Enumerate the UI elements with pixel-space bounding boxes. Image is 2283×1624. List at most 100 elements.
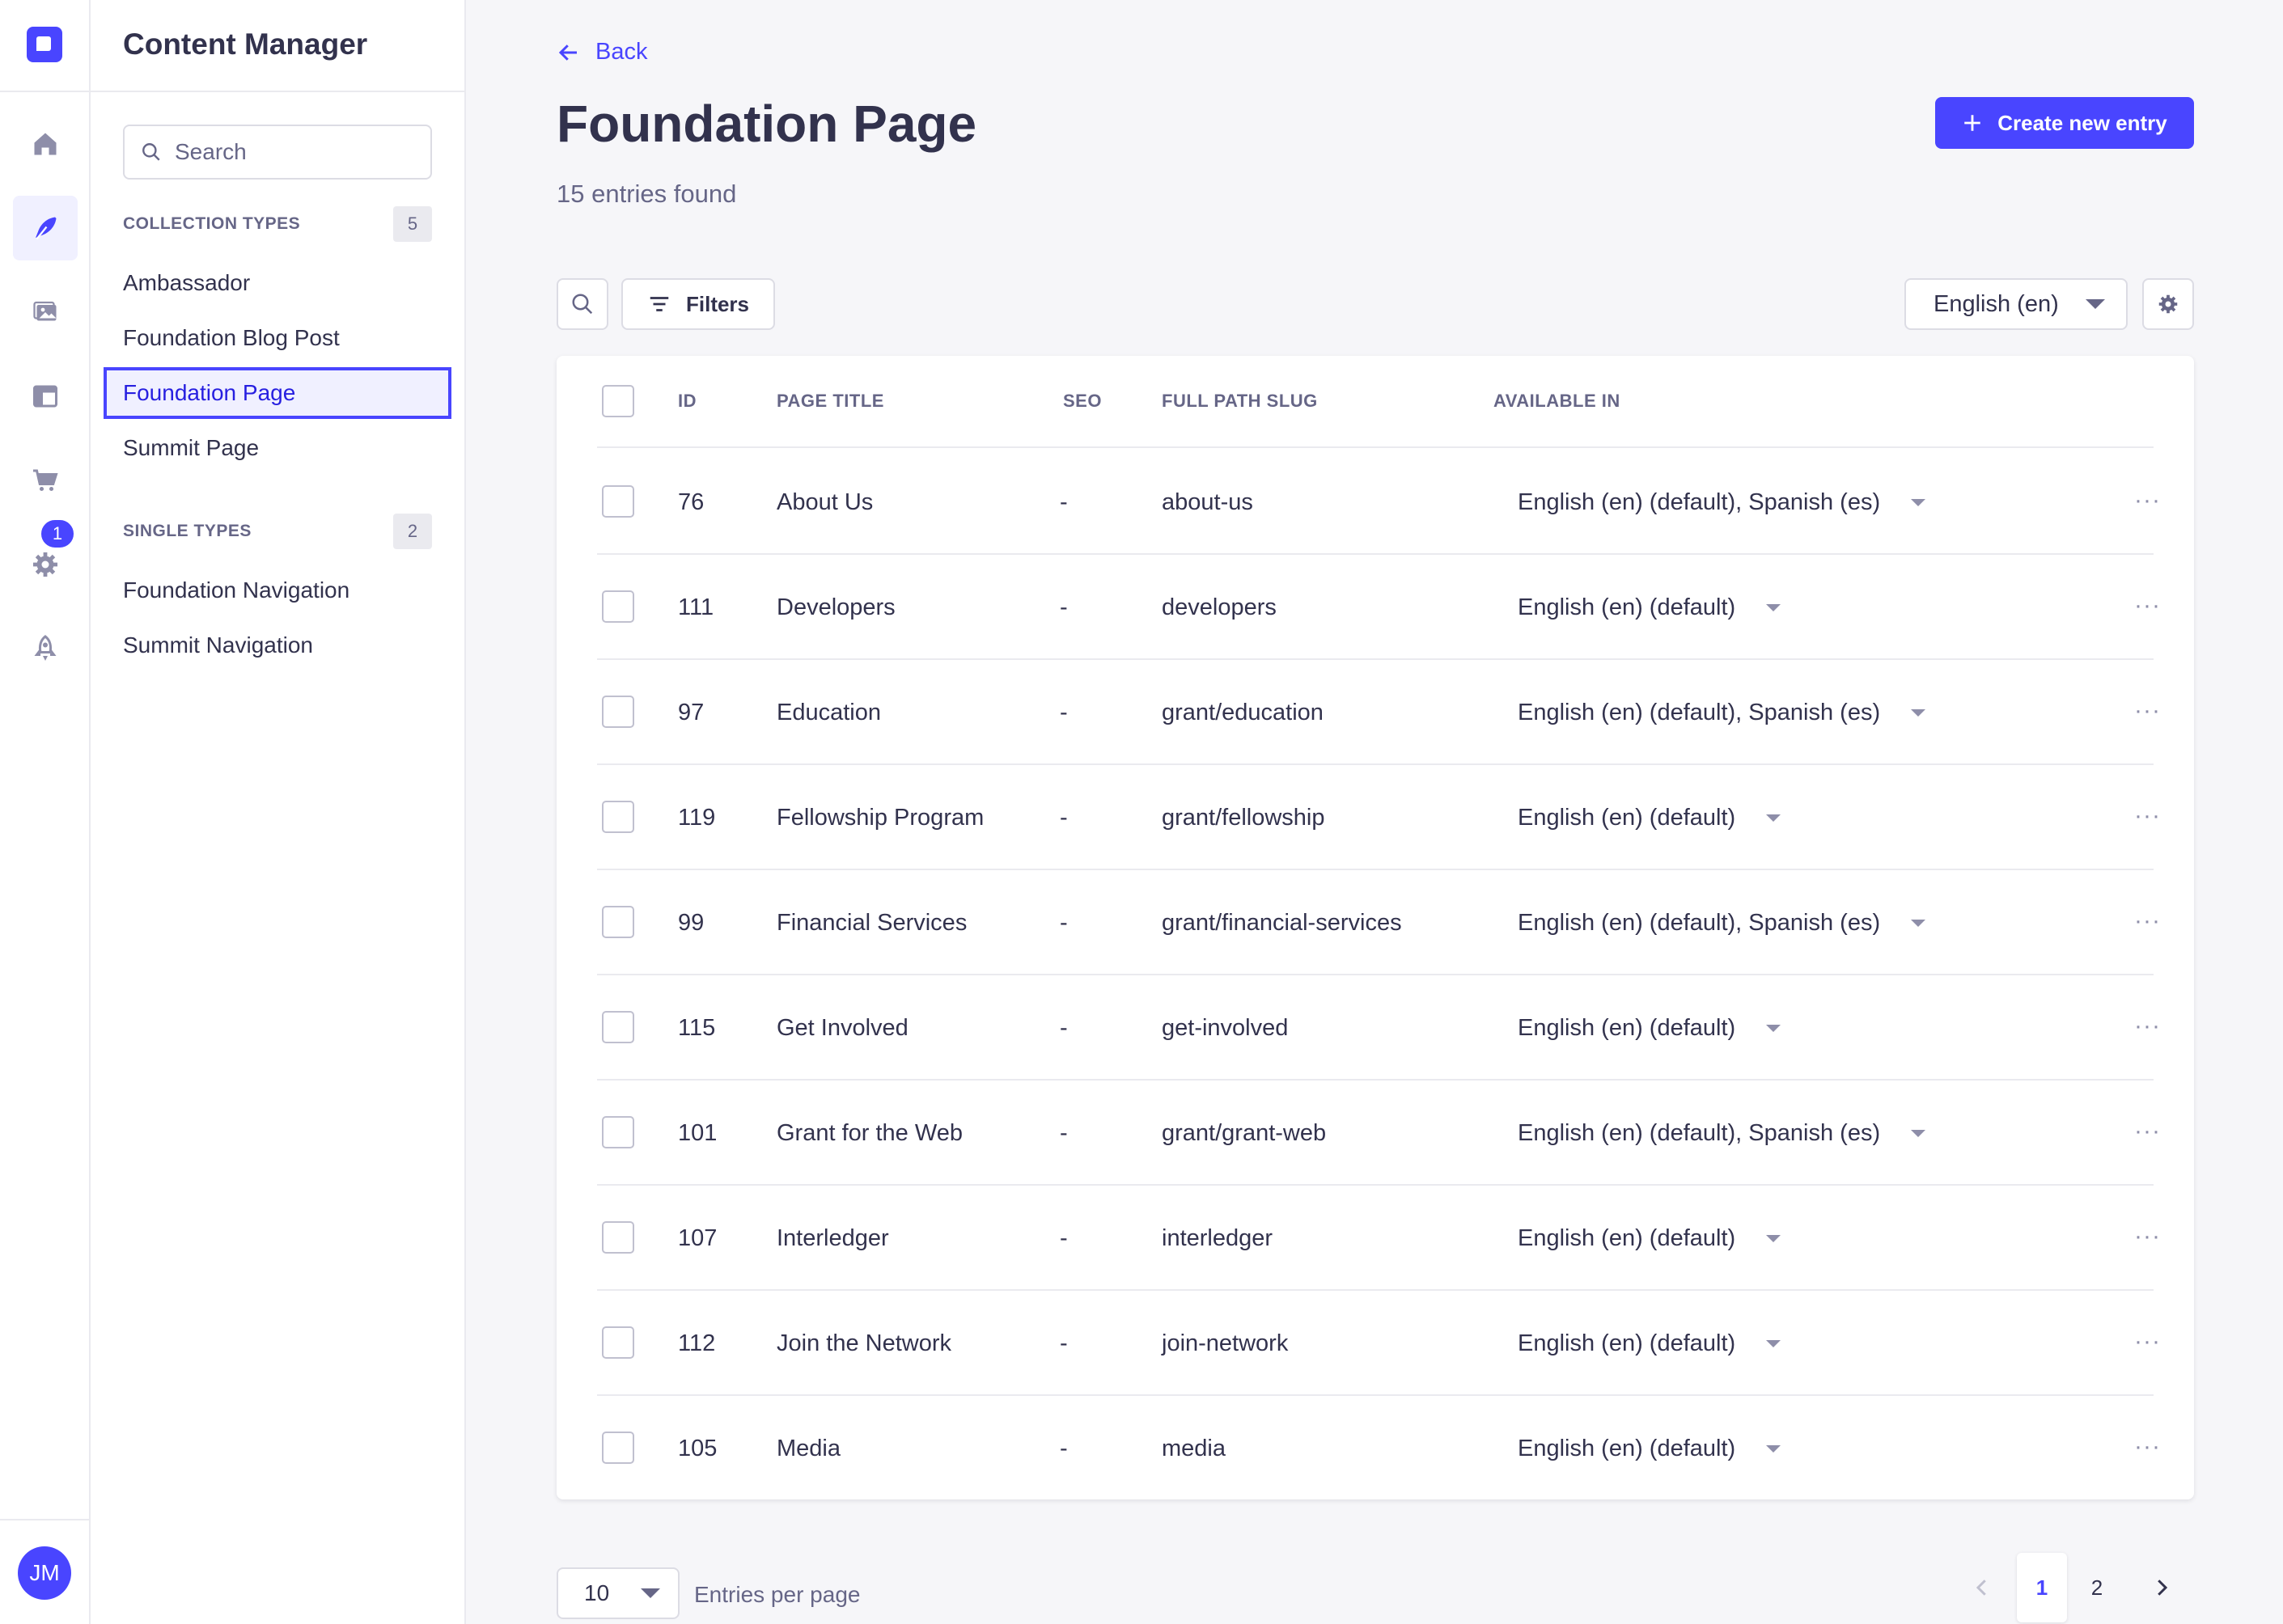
entries-per-page-select[interactable]: 10 <box>557 1567 680 1619</box>
row-more-actions-button[interactable]: ··· <box>2134 907 2161 935</box>
page-2-button[interactable]: 2 <box>2079 1553 2115 1622</box>
chevron-down-icon[interactable] <box>1911 499 1926 506</box>
table-row[interactable]: 99 Financial Services - grant/financial-ser… <box>597 870 2160 975</box>
chevron-down-icon[interactable] <box>1766 604 1781 611</box>
row-checkbox[interactable] <box>602 590 634 623</box>
cell-full-path-slug: media <box>1162 1436 1226 1461</box>
cell-available-in[interactable]: English (en) (default) <box>1518 1015 1781 1042</box>
cell-full-path-slug: get-involved <box>1162 1015 1289 1041</box>
row-checkbox[interactable] <box>602 485 634 518</box>
nav-item-summit-page[interactable]: Summit Page <box>123 435 259 461</box>
media-library-icon[interactable] <box>13 280 78 345</box>
content-manager-icon[interactable] <box>13 196 78 260</box>
cell-available-in[interactable]: English (en) (default) <box>1518 1436 1781 1462</box>
cell-available-in[interactable]: English (en) (default), Spanish (es) <box>1518 700 1926 726</box>
chevron-down-icon[interactable] <box>1766 1025 1781 1032</box>
chevron-down-icon[interactable] <box>1766 1445 1781 1453</box>
nav-item-summit-navigation[interactable]: Summit Navigation <box>123 632 313 658</box>
cell-available-in[interactable]: English (en) (default) <box>1518 805 1781 831</box>
cell-seo: - <box>1060 1225 1068 1251</box>
deployment-icon[interactable] <box>13 616 78 681</box>
available-locales: English (en) (default) <box>1518 1225 1736 1251</box>
subnav-search-input[interactable] <box>175 139 417 165</box>
previous-page-button[interactable] <box>1966 1553 1998 1622</box>
row-checkbox[interactable] <box>602 1326 634 1359</box>
row-more-actions-button[interactable]: ··· <box>2134 1118 2161 1145</box>
content-type-builder-icon[interactable] <box>13 364 78 429</box>
table-row[interactable]: 107 Interledger - interledger English (en) (… <box>597 1186 2160 1291</box>
header-full-path-slug[interactable]: FULL PATH SLUG <box>1162 391 1318 412</box>
chevron-down-icon[interactable] <box>1911 709 1926 717</box>
available-locales: English (en) (default), Spanish (es) <box>1518 489 1881 515</box>
chevron-down-icon[interactable] <box>1911 920 1926 927</box>
table-row[interactable]: 76 About Us - about-us English (en) (default… <box>597 450 2160 555</box>
select-all-checkbox[interactable] <box>602 385 634 417</box>
cell-available-in[interactable]: English (en) (default), Spanish (es) <box>1518 489 1926 516</box>
next-page-button[interactable] <box>2145 1553 2178 1622</box>
row-checkbox[interactable] <box>602 906 634 938</box>
back-link[interactable]: Back <box>557 39 647 66</box>
row-checkbox[interactable] <box>602 1221 634 1254</box>
row-more-actions-button[interactable]: ··· <box>2134 1223 2161 1250</box>
locale-select[interactable]: English (en) <box>1904 278 2128 330</box>
nav-item-foundation-navigation[interactable]: Foundation Navigation <box>123 577 349 603</box>
row-checkbox[interactable] <box>602 1116 634 1148</box>
row-more-actions-button[interactable]: ··· <box>2134 487 2161 514</box>
row-more-actions-button[interactable]: ··· <box>2134 1433 2161 1461</box>
strapi-logo-icon[interactable] <box>27 27 62 62</box>
header-page-title[interactable]: PAGE TITLE <box>777 391 884 412</box>
table-search-button[interactable] <box>557 278 608 330</box>
content-manager-subnav: Content Manager COLLECTION TYPES 5 Ambas… <box>91 0 466 1624</box>
marketplace-icon[interactable] <box>13 448 78 513</box>
row-checkbox[interactable] <box>602 1011 634 1043</box>
nav-item-ambassador[interactable]: Ambassador <box>123 270 250 296</box>
table-row[interactable]: 111 Developers - developers English (en) (de… <box>597 555 2160 660</box>
row-checkbox[interactable] <box>602 696 634 728</box>
table-row[interactable]: 119 Fellowship Program - grant/fellowship En… <box>597 765 2160 870</box>
table-row[interactable]: 97 Education - grant/education English (en) … <box>597 660 2160 765</box>
row-more-actions-button[interactable]: ··· <box>2134 1328 2161 1355</box>
header-id[interactable]: ID <box>678 391 697 412</box>
entries-count: 15 entries found <box>557 180 737 208</box>
main-nav-rail: 1 JM <box>0 0 91 1624</box>
table-row[interactable]: 112 Join the Network - join-network English … <box>597 1291 2160 1396</box>
cell-available-in[interactable]: English (en) (default), Spanish (es) <box>1518 1120 1926 1147</box>
header-seo[interactable]: SEO <box>1063 391 1102 412</box>
chevron-down-icon[interactable] <box>1766 1235 1781 1242</box>
table-row[interactable]: 101 Grant for the Web - grant/grant-web Engl… <box>597 1081 2160 1186</box>
cell-available-in[interactable]: English (en) (default) <box>1518 1225 1781 1252</box>
chevron-down-icon[interactable] <box>1766 814 1781 822</box>
single-types-header[interactable]: SINGLE TYPES 2 <box>123 514 432 549</box>
available-locales: English (en) (default), Spanish (es) <box>1518 700 1881 725</box>
list-settings-button[interactable] <box>2142 278 2194 330</box>
cell-id: 76 <box>678 489 705 515</box>
table-row[interactable]: 105 Media - media English (en) (default) ··· <box>597 1396 2160 1501</box>
cell-available-in[interactable]: English (en) (default) <box>1518 594 1781 621</box>
row-more-actions-button[interactable]: ··· <box>2134 592 2161 620</box>
subnav-search[interactable] <box>123 125 432 180</box>
rail-divider <box>0 91 91 92</box>
home-icon[interactable] <box>13 112 78 176</box>
cell-page-title: Education <box>777 700 881 725</box>
row-checkbox[interactable] <box>602 801 634 833</box>
cell-full-path-slug: grant/financial-services <box>1162 910 1402 936</box>
chevron-down-icon[interactable] <box>1911 1130 1926 1137</box>
row-more-actions-button[interactable]: ··· <box>2134 1013 2161 1040</box>
table-row[interactable]: 115 Get Involved - get-involved English (en)… <box>597 975 2160 1081</box>
row-more-actions-button[interactable]: ··· <box>2134 802 2161 830</box>
cell-seo: - <box>1060 700 1068 725</box>
nav-item-foundation-page[interactable]: Foundation Page <box>104 367 451 419</box>
create-new-entry-button[interactable]: Create new entry <box>1935 97 2194 149</box>
cell-available-in[interactable]: English (en) (default) <box>1518 1330 1781 1357</box>
nav-item-foundation-blog-post[interactable]: Foundation Blog Post <box>123 325 340 351</box>
filters-button[interactable]: Filters <box>621 278 775 330</box>
chevron-down-icon[interactable] <box>1766 1340 1781 1347</box>
search-icon <box>142 143 160 161</box>
row-checkbox[interactable] <box>602 1432 634 1464</box>
cell-available-in[interactable]: English (en) (default), Spanish (es) <box>1518 910 1926 937</box>
settings-notification-badge: 1 <box>39 518 76 550</box>
page-1-button[interactable]: 1 <box>2017 1553 2067 1622</box>
user-avatar[interactable]: JM <box>18 1546 71 1600</box>
row-more-actions-button[interactable]: ··· <box>2134 697 2161 725</box>
collection-types-header[interactable]: COLLECTION TYPES 5 <box>123 206 432 242</box>
